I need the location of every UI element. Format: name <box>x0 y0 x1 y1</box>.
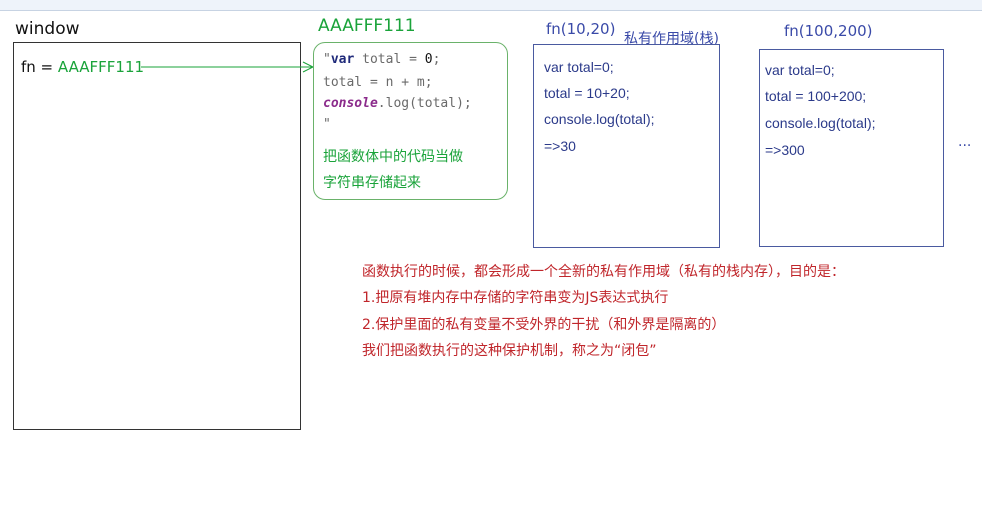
explanation-line-2: 1.把原有堆内存中存储的字符串变为JS表达式执行 <box>362 290 669 306</box>
call2-line-4: =>300 <box>765 142 805 158</box>
explanation-line-1: 函数执行的时候，都会形成一个全新的私有作用域（私有的栈内存），目的是： <box>362 264 845 280</box>
heap-address-label: AAAFFF111 <box>318 16 416 36</box>
call1-line-3: console.log(total); <box>544 111 655 127</box>
heap-code-line-2: total = n + m; <box>323 75 433 90</box>
more-calls-ellipsis: ... <box>958 134 972 150</box>
heap-code-line-3: console.log(total); <box>323 96 472 111</box>
call1-title: fn(10,20) <box>546 20 616 38</box>
heap-note-line-2: 字符串存储起来 <box>323 175 421 191</box>
heap-code-semicolon: ; <box>432 52 441 67</box>
call2-title: fn(100,200) <box>784 22 873 40</box>
heap-code-line-4: " <box>323 117 331 132</box>
heap-code-number: 0 <box>424 52 433 67</box>
call2-stack-box: var total=0; total = 100+200; console.lo… <box>759 49 944 247</box>
explanation-line-4: 我们把函数执行的这种保护机制，称之为“闭包” <box>362 343 657 359</box>
heap-note-line-1: 把函数体中的代码当做 <box>323 149 463 165</box>
heap-code-line-1: "var total = 0; <box>323 52 440 67</box>
call2-line-3: console.log(total); <box>765 115 876 131</box>
call2-line-2: total = 100+200; <box>765 88 867 104</box>
call1-stack-box: var total=0; total = 10+20; console.log(… <box>533 44 720 248</box>
var-keyword: var <box>330 52 355 67</box>
heap-code-quote-open: " <box>323 52 331 67</box>
call1-line-2: total = 10+20; <box>544 85 630 101</box>
console-object: console <box>323 96 378 111</box>
call1-line-4: =>30 <box>544 138 576 154</box>
call2-line-1: var total=0; <box>765 62 835 78</box>
explanation-line-3: 2.保护里面的私有变量不受外界的干扰（和外界是隔离的） <box>362 317 726 333</box>
call1-line-1: var total=0; <box>544 59 614 75</box>
heap-code-assign: total = <box>354 52 425 67</box>
heap-code-log-call: .log(total); <box>377 96 472 111</box>
